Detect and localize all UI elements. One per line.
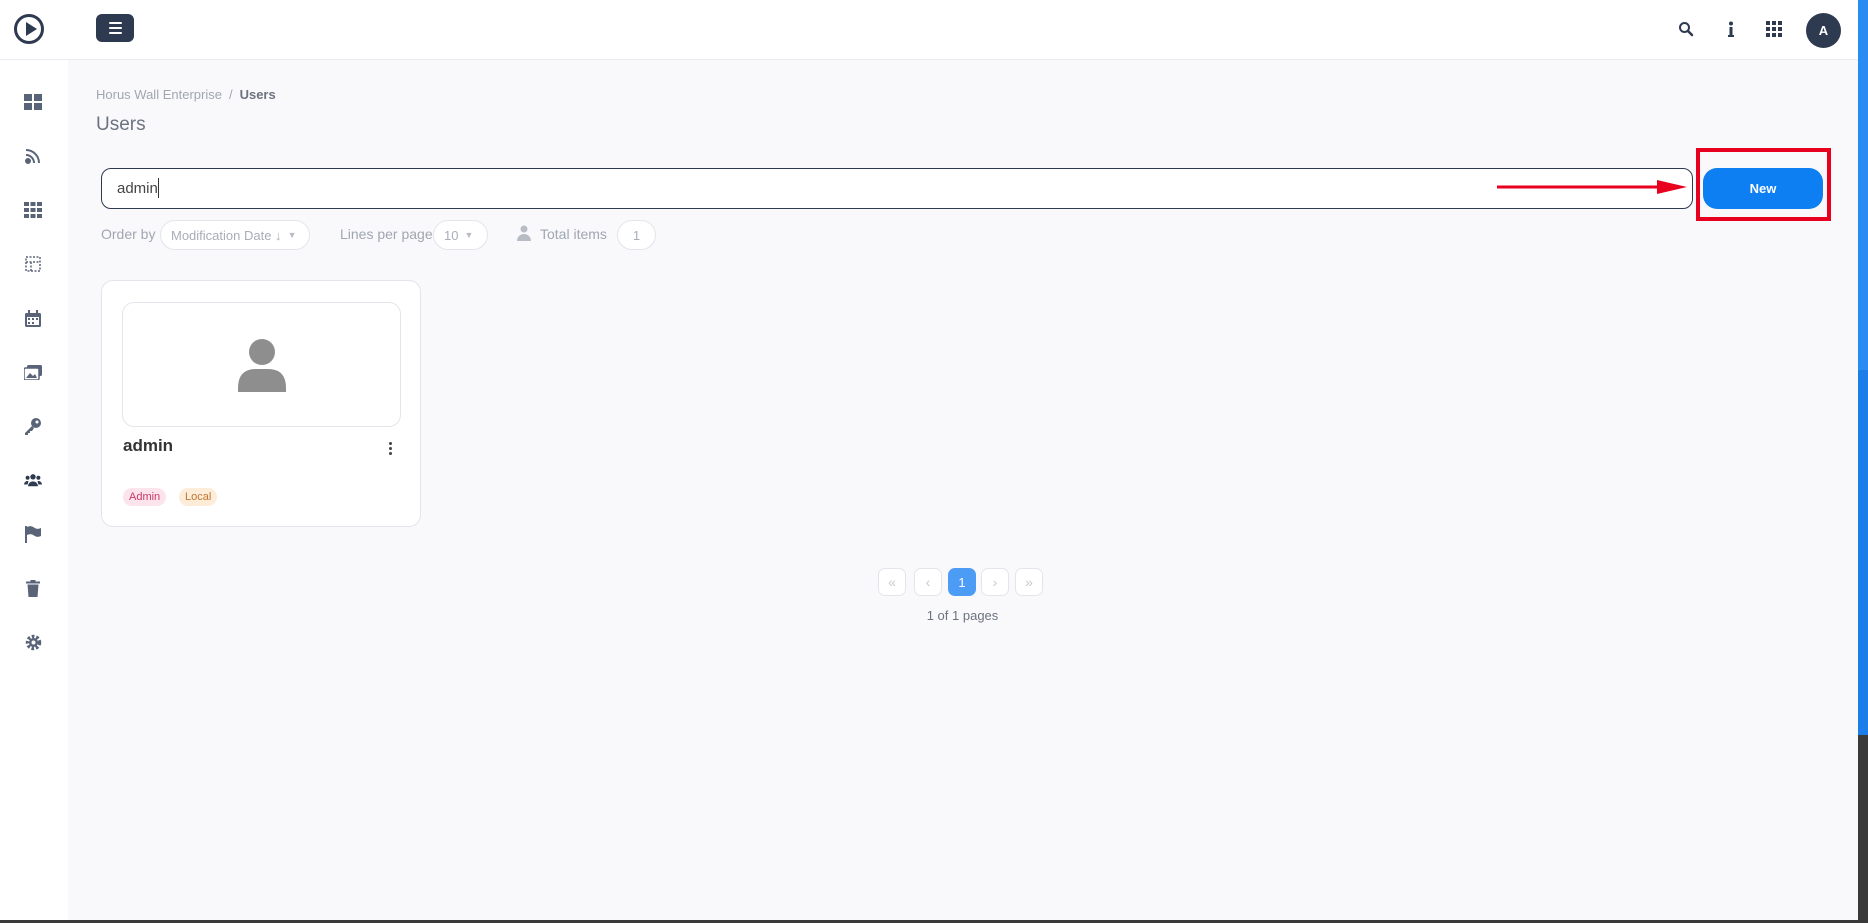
lines-per-page-select[interactable]: 10 ▼ bbox=[433, 220, 488, 250]
lines-per-page-label: Lines per page bbox=[340, 226, 433, 242]
order-by-value: Modification Date ↓ bbox=[171, 227, 282, 243]
info-icon[interactable] bbox=[1720, 18, 1742, 40]
new-button[interactable]: New bbox=[1703, 168, 1823, 209]
user-card-image bbox=[122, 302, 401, 427]
chevron-down-icon: ▼ bbox=[287, 230, 297, 240]
text-caret bbox=[158, 178, 159, 198]
apps-grid-icon[interactable] bbox=[1763, 18, 1785, 40]
user-avatar[interactable]: A bbox=[1806, 13, 1841, 48]
breadcrumb-current: Users bbox=[239, 87, 276, 102]
breadcrumb-separator: / bbox=[228, 87, 233, 102]
user-card-name[interactable]: admin bbox=[123, 436, 173, 456]
images-icon[interactable] bbox=[24, 363, 42, 381]
next-page-button[interactable]: › bbox=[981, 568, 1009, 596]
grid-icon[interactable] bbox=[24, 201, 42, 219]
order-by-select[interactable]: Modification Date ↓ ▼ bbox=[160, 220, 310, 250]
trash-icon[interactable] bbox=[24, 579, 42, 597]
total-items-label: Total items bbox=[540, 226, 607, 242]
search-icon[interactable] bbox=[1675, 18, 1697, 40]
menu-toggle-button[interactable] bbox=[96, 14, 134, 42]
last-page-button[interactable]: » bbox=[1015, 568, 1043, 596]
sidebar bbox=[0, 60, 68, 920]
page-1-button[interactable]: 1 bbox=[948, 568, 976, 596]
satellite-dish-icon[interactable] bbox=[24, 147, 42, 165]
scrollbar[interactable] bbox=[1858, 0, 1868, 923]
dashboard-icon[interactable] bbox=[24, 93, 42, 111]
first-page-button[interactable]: « bbox=[878, 568, 906, 596]
breadcrumb-root-link[interactable]: Horus Wall Enterprise bbox=[96, 87, 222, 102]
search-input[interactable] bbox=[101, 168, 1693, 209]
order-by-label: Order by bbox=[101, 226, 156, 242]
users-icon[interactable] bbox=[24, 471, 42, 489]
annotation-arrow bbox=[1497, 180, 1687, 194]
key-icon[interactable] bbox=[24, 417, 42, 435]
user-placeholder-icon bbox=[237, 338, 286, 392]
total-items-badge: 1 bbox=[617, 220, 656, 250]
lines-per-page-value: 10 bbox=[444, 227, 459, 243]
top-bar: A bbox=[0, 0, 1858, 60]
more-options-icon[interactable] bbox=[384, 438, 396, 458]
calendar-icon[interactable] bbox=[24, 309, 42, 327]
breadcrumb: Horus Wall Enterprise / Users bbox=[96, 87, 276, 102]
chevron-down-icon: ▼ bbox=[464, 230, 474, 240]
layout-icon[interactable] bbox=[24, 255, 42, 273]
page-title: Users bbox=[96, 114, 146, 135]
person-icon bbox=[517, 225, 531, 241]
total-items-value: 1 bbox=[632, 227, 641, 243]
page-info: 1 of 1 pages bbox=[926, 608, 999, 623]
flag-icon[interactable] bbox=[24, 525, 42, 543]
user-card[interactable]: admin Admin Local bbox=[101, 280, 421, 527]
admin-tag: Admin bbox=[123, 488, 167, 506]
gear-icon[interactable] bbox=[24, 633, 42, 651]
logo-play-icon[interactable] bbox=[14, 14, 44, 44]
prev-page-button[interactable]: ‹ bbox=[914, 568, 942, 596]
local-tag: Local bbox=[179, 488, 218, 506]
